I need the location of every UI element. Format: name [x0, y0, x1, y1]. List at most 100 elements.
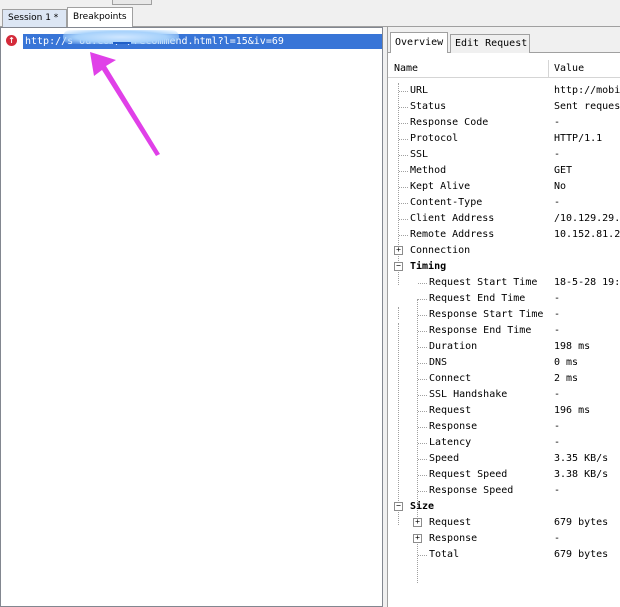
property-row-duration[interactable]: Duration 198 ms [388, 339, 620, 355]
tree-branch [399, 219, 408, 220]
property-row-status[interactable]: Status Sent reques [388, 99, 620, 115]
property-value: 679 bytes [554, 549, 609, 560]
tree-branch [418, 555, 427, 556]
property-row-response-end-time[interactable]: Response End Time - [388, 323, 620, 339]
property-row-response-code[interactable]: Response Code - [388, 115, 620, 131]
tree-branch [418, 411, 427, 412]
tree-branch [418, 491, 427, 492]
column-header-name[interactable]: Name [394, 63, 418, 74]
tab-edit-request[interactable]: Edit Request [450, 34, 530, 53]
property-name: Request [429, 517, 472, 528]
property-row-speed[interactable]: Speed 3.35 KB/s [388, 451, 620, 467]
property-name: Timing [410, 261, 447, 272]
property-row-connect[interactable]: Connect 2 ms [388, 371, 620, 387]
property-row-request-start-time[interactable]: Request Start Time 18-5-28 19: [388, 275, 620, 291]
tab-breakpoints[interactable]: Breakpoints [67, 7, 133, 28]
column-divider[interactable] [548, 60, 549, 78]
property-value: - [554, 197, 561, 208]
tree-branch [418, 363, 427, 364]
property-row-ssl-handshake[interactable]: SSL Handshake - [388, 387, 620, 403]
property-row-ssl[interactable]: SSL - [388, 147, 620, 163]
tree-branch [418, 475, 427, 476]
tab-overview[interactable]: Overview [390, 32, 448, 53]
property-name: Remote Address [410, 229, 495, 240]
property-value: HTTP/1.1 [554, 133, 603, 144]
tree-branch [418, 427, 427, 428]
property-row-protocol[interactable]: Protocol HTTP/1.1 [388, 131, 620, 147]
property-value: 18-5-28 19: [554, 277, 620, 288]
property-value: - [554, 325, 561, 336]
property-row-content-type[interactable]: Content-Type - [388, 195, 620, 211]
property-value: /10.129.29. [554, 213, 620, 224]
property-row-request-speed[interactable]: Request Speed 3.38 KB/s [388, 467, 620, 483]
column-header-value[interactable]: Value [554, 63, 584, 74]
property-name: SSL [410, 149, 429, 160]
tree-branch [399, 235, 408, 236]
property-value: - [554, 293, 561, 304]
tree-branch [418, 331, 427, 332]
property-name: Speed [429, 453, 460, 464]
property-name: URL [410, 85, 429, 96]
property-name: Response End Time [429, 325, 532, 336]
tree-branch [399, 123, 408, 124]
property-row-response-speed[interactable]: Response Speed - [388, 483, 620, 499]
tree-branch [399, 155, 408, 156]
property-row-latency[interactable]: Latency - [388, 435, 620, 451]
tab-session-1[interactable]: Session 1 * [2, 9, 67, 28]
property-value: - [554, 533, 561, 544]
collapse-icon[interactable]: − [394, 262, 403, 271]
property-value: 2 ms [554, 373, 579, 384]
property-group-timing[interactable]: − Timing [388, 259, 620, 275]
property-row-size-response[interactable]: + Response - [388, 531, 620, 547]
property-row-client-address[interactable]: Client Address/10.129.29. [388, 211, 620, 227]
property-name: Response [429, 421, 478, 432]
property-row-method[interactable]: Method GET [388, 163, 620, 179]
tree-branch [418, 299, 427, 300]
property-value: 198 ms [554, 341, 591, 352]
property-value: No [554, 181, 567, 192]
property-value: Sent reques [554, 101, 620, 112]
tree-branch [418, 315, 427, 316]
property-name: Duration [429, 341, 478, 352]
tree-branch [418, 395, 427, 396]
property-name: Request Start Time [429, 277, 538, 288]
property-row-request-end-time[interactable]: Request End Time - [388, 291, 620, 307]
property-group-size[interactable]: − Size [388, 499, 620, 515]
property-value: - [554, 149, 561, 160]
property-row-url[interactable]: URL http://mobi [388, 83, 620, 99]
expand-icon[interactable]: + [413, 518, 422, 527]
property-row-dns[interactable]: DNS 0 ms [388, 355, 620, 371]
property-row-size-request[interactable]: + Request 679 bytes [388, 515, 620, 531]
property-row-connection[interactable]: + Connection [388, 243, 620, 259]
property-value: 3.35 KB/s [554, 453, 609, 464]
tree-branch [418, 459, 427, 460]
grid-header: Name Value [388, 60, 620, 78]
property-name: Response [429, 533, 478, 544]
property-row-size-total[interactable]: Total 679 bytes [388, 547, 620, 563]
tree-branch [399, 139, 408, 140]
session-list-item[interactable]: ↑ http://s ou.com/m/recommend.html?l=15&… [1, 34, 382, 49]
property-name: Content-Type [410, 197, 483, 208]
property-name: Request [429, 405, 472, 416]
property-name: Client Address [410, 213, 495, 224]
property-name: Request End Time [429, 293, 526, 304]
property-name: Response Speed [429, 485, 514, 496]
property-row-response-timing[interactable]: Response - [388, 419, 620, 435]
breakpoint-icon: ↑ [6, 35, 17, 46]
property-row-remote-address[interactable]: Remote Address 10.152.81.2 [388, 227, 620, 243]
property-row-request-timing[interactable]: Request 196 ms [388, 403, 620, 419]
tree-branch [399, 187, 408, 188]
property-row-response-start-time[interactable]: Response Start Time - [388, 307, 620, 323]
tree-branch [399, 171, 408, 172]
expand-icon[interactable]: + [413, 534, 422, 543]
property-row-kept-alive[interactable]: Kept Alive No [388, 179, 620, 195]
tree-branch [418, 283, 427, 284]
property-value: 679 bytes [554, 517, 609, 528]
property-name: Total [429, 549, 460, 560]
property-value: - [554, 421, 561, 432]
property-name: SSL Handshake [429, 389, 508, 400]
property-name: Response Code [410, 117, 489, 128]
tree-branch [418, 443, 427, 444]
expand-icon[interactable]: + [394, 246, 403, 255]
collapse-icon[interactable]: − [394, 502, 403, 511]
